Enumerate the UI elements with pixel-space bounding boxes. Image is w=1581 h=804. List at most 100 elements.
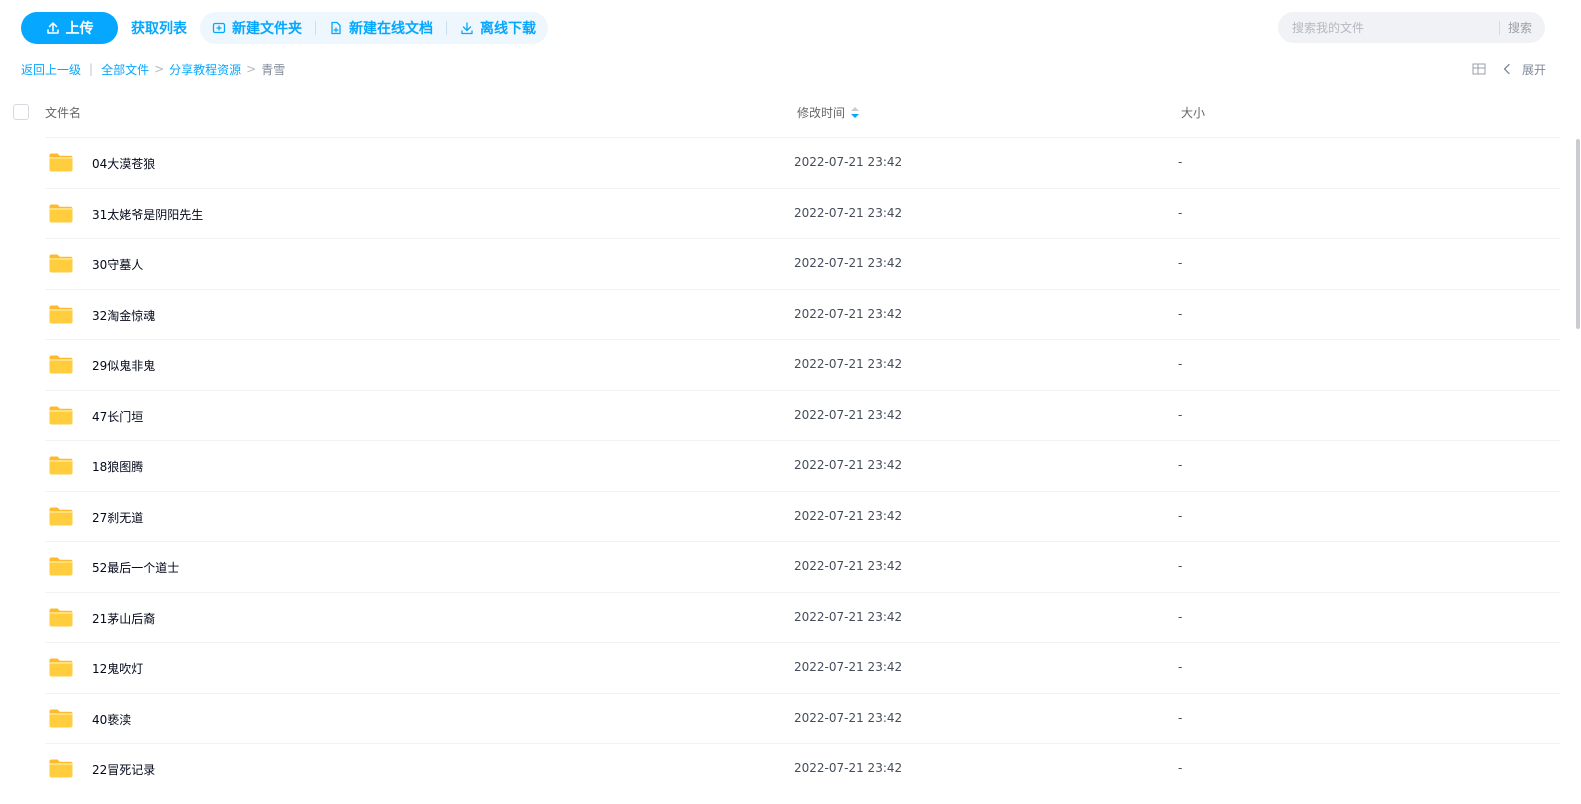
new-folder-icon: [212, 22, 226, 34]
folder-icon: [48, 505, 74, 527]
folder-icon: [48, 353, 74, 375]
expand-button[interactable]: 展开: [1500, 61, 1546, 78]
toolbar-action-group: 新建文件夹 新建在线文档 离线下载: [200, 12, 548, 44]
sort-icon: [851, 107, 860, 118]
column-header-modified[interactable]: 修改时间: [797, 104, 860, 121]
offline-download-button[interactable]: 离线下载: [460, 18, 536, 38]
file-name[interactable]: 40亵渎: [92, 711, 131, 728]
folder-icon: [48, 707, 74, 729]
file-name[interactable]: 30守墓人: [92, 256, 143, 273]
back-link[interactable]: 返回上一级: [21, 61, 81, 78]
breadcrumb-item-shared-resources[interactable]: 分享教程资源: [169, 61, 241, 78]
table-row[interactable]: 21茅山后裔 2022-07-21 23:42 -: [45, 591, 1560, 643]
file-name[interactable]: 04大漠苍狼: [92, 155, 155, 172]
file-name[interactable]: 47长门垣: [92, 408, 143, 425]
view-controls: 展开: [1472, 60, 1546, 78]
folder-icon: [48, 656, 74, 678]
search-box: 搜索: [1278, 12, 1545, 43]
table-header: 文件名 修改时间 大小: [0, 100, 1560, 124]
toolbar: 上传 获取列表 新建文件夹 新建在线文档 离线下载: [21, 12, 548, 44]
file-size: -: [1178, 609, 1183, 624]
new-folder-label: 新建文件夹: [232, 21, 302, 37]
select-all-checkbox[interactable]: [13, 104, 29, 120]
file-name[interactable]: 22冒死记录: [92, 761, 155, 778]
fetch-list-button[interactable]: 获取列表: [131, 18, 187, 38]
file-name[interactable]: 21茅山后裔: [92, 610, 155, 627]
file-size: -: [1178, 407, 1183, 422]
table-row[interactable]: 52最后一个道士 2022-07-21 23:42 -: [45, 541, 1560, 592]
grid-view-icon[interactable]: [1472, 62, 1486, 76]
file-list: 04大漠苍狼 2022-07-21 23:42 - 31太姥爷是阴阳先生 2022-07…: [0, 137, 1560, 794]
new-folder-button[interactable]: 新建文件夹: [212, 18, 302, 38]
search-input[interactable]: [1290, 19, 1499, 36]
file-modified-time: 2022-07-21 23:42: [794, 761, 903, 775]
file-modified-time: 2022-07-21 23:42: [794, 609, 903, 624]
table-row[interactable]: 29似鬼非鬼 2022-07-21 23:42 -: [45, 339, 1560, 390]
offline-download-label: 离线下载: [480, 21, 536, 37]
file-size: -: [1178, 710, 1183, 725]
file-name[interactable]: 27刹无道: [92, 509, 143, 526]
table-row[interactable]: 12鬼吹灯 2022-07-21 23:42 -: [45, 642, 1560, 693]
breadcrumb-item-all-files[interactable]: 全部文件: [101, 61, 149, 78]
file-size: -: [1178, 458, 1183, 472]
file-modified-time: 2022-07-21 23:42: [794, 357, 903, 371]
column-header-name[interactable]: 文件名: [45, 104, 81, 121]
new-doc-icon: [331, 21, 341, 35]
file-name[interactable]: 32淘金惊魂: [92, 307, 155, 324]
column-header-modified-label: 修改时间: [797, 106, 846, 120]
file-name[interactable]: 12鬼吹灯: [92, 660, 143, 677]
breadcrumb-current: 青雪: [261, 62, 286, 77]
file-size: -: [1178, 660, 1183, 674]
table-row[interactable]: 31太姥爷是阴阳先生 2022-07-21 23:42 -: [45, 187, 1560, 239]
upload-button[interactable]: 上传: [21, 12, 118, 44]
folder-icon: [48, 757, 74, 779]
file-modified-time: 2022-07-21 23:42: [794, 458, 903, 472]
upload-label: 上传: [65, 21, 94, 37]
file-name[interactable]: 18狼图腾: [92, 458, 143, 475]
table-row[interactable]: 27刹无道 2022-07-21 23:42 -: [45, 490, 1560, 542]
breadcrumb-arrow: >: [154, 62, 165, 76]
breadcrumb-arrow: >: [246, 62, 257, 76]
table-row[interactable]: 47长门垣 2022-07-21 23:42 -: [45, 389, 1560, 441]
table-row[interactable]: 32淘金惊魂 2022-07-21 23:42 -: [45, 288, 1560, 340]
file-size: -: [1178, 761, 1183, 775]
file-size: -: [1178, 508, 1183, 523]
folder-icon: [48, 606, 74, 628]
file-name[interactable]: 29似鬼非鬼: [92, 357, 155, 374]
folder-icon: [48, 252, 74, 274]
folder-icon: [48, 202, 74, 224]
scrollbar[interactable]: [1575, 137, 1581, 804]
table-row[interactable]: 04大漠苍狼 2022-07-21 23:42 -: [45, 137, 1560, 188]
file-name[interactable]: 52最后一个道士: [92, 559, 179, 576]
folder-icon: [48, 555, 74, 577]
scrollbar-thumb[interactable]: [1576, 139, 1580, 329]
search-button[interactable]: 搜索: [1500, 19, 1545, 36]
table-row[interactable]: 30守墓人 2022-07-21 23:42 -: [45, 238, 1560, 289]
file-size: -: [1178, 256, 1183, 270]
file-modified-time: 2022-07-21 23:42: [794, 407, 903, 422]
file-size: -: [1178, 155, 1183, 169]
table-row[interactable]: 40亵渎 2022-07-21 23:42 -: [45, 692, 1560, 744]
folder-icon: [48, 404, 74, 426]
file-modified-time: 2022-07-21 23:42: [794, 508, 903, 523]
file-modified-time: 2022-07-21 23:42: [794, 559, 903, 573]
chevron-left-icon: [1503, 63, 1510, 75]
new-online-doc-button[interactable]: 新建在线文档: [329, 18, 433, 38]
table-row[interactable]: 18狼图腾 2022-07-21 23:42 -: [45, 440, 1560, 491]
file-size: -: [1178, 306, 1183, 321]
folder-icon: [48, 454, 74, 476]
file-modified-time: 2022-07-21 23:42: [794, 155, 903, 169]
breadcrumb-separator: |: [89, 62, 94, 76]
file-modified-time: 2022-07-21 23:42: [794, 256, 903, 270]
file-name[interactable]: 31太姥爷是阴阳先生: [92, 206, 203, 223]
table-row[interactable]: 22冒死记录 2022-07-21 23:42 -: [45, 743, 1560, 794]
column-header-size[interactable]: 大小: [1181, 104, 1205, 121]
folder-icon: [48, 151, 74, 173]
new-online-doc-label: 新建在线文档: [349, 21, 433, 37]
upload-icon: [46, 22, 59, 34]
file-modified-time: 2022-07-21 23:42: [794, 205, 903, 220]
file-modified-time: 2022-07-21 23:42: [794, 660, 903, 674]
expand-label: 展开: [1521, 62, 1546, 77]
divider: [315, 21, 316, 35]
file-size: -: [1178, 559, 1183, 573]
